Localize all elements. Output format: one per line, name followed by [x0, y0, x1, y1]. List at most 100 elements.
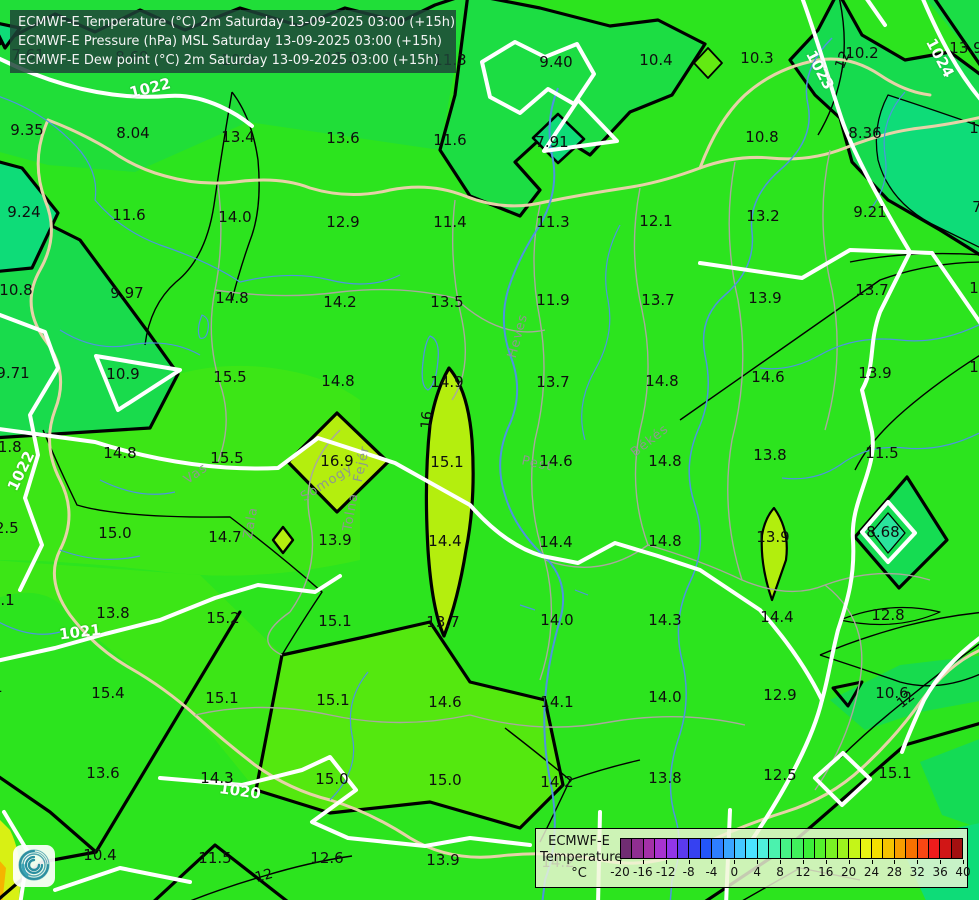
legend-tick	[963, 860, 964, 864]
weather-map-screen: 7.618.6910.911.511.39.4010.410.310.213.9…	[0, 0, 979, 900]
temp-value: 14.7	[208, 528, 242, 546]
temp-value: 14.1	[540, 693, 574, 711]
legend-title-parameter: Temperature	[540, 850, 623, 865]
temp-value: 10.8	[0, 281, 33, 299]
legend-color-cell	[780, 839, 793, 858]
temp-value: 13.9	[858, 364, 892, 382]
temp-value: 14.4	[760, 608, 794, 626]
legend-tick-label: -8	[682, 865, 695, 879]
legend-color-cell	[906, 839, 918, 858]
temp-value: 12.6	[310, 849, 344, 867]
legend-tick	[848, 860, 850, 864]
temp-value: 14.9	[430, 373, 464, 391]
legend-tick-label: 20	[841, 865, 857, 879]
temp-value: 11.9	[536, 291, 570, 309]
temp-value: 16.9	[320, 452, 354, 470]
temp-value: 15.1	[878, 764, 912, 782]
temp-value: 11.5	[865, 444, 899, 462]
legend-color-cell	[757, 839, 770, 858]
temp-value: 10.9	[969, 119, 979, 137]
temp-value: 15.5	[210, 449, 244, 467]
legend-tick	[871, 860, 873, 864]
temp-value: 11.4	[433, 213, 467, 231]
legend-tick	[757, 860, 759, 864]
legend-tick-label: 16	[818, 865, 834, 879]
contour-label: 16	[418, 410, 436, 430]
legend-color-cell	[689, 839, 701, 858]
temp-value: 15.5	[213, 368, 247, 386]
temp-value: 13.8	[96, 604, 130, 622]
temp-value: 15.1	[205, 689, 239, 707]
legend-color-cell	[894, 839, 907, 858]
temp-value: 9.97	[110, 284, 144, 302]
legend-color-cell	[883, 839, 895, 858]
legend-color-cell	[621, 839, 633, 858]
legend-tick	[802, 860, 804, 864]
legend-tick	[894, 860, 896, 864]
temp-value: 14.8	[648, 532, 682, 550]
legend-color-cell	[928, 839, 941, 858]
temp-value: 13.9	[949, 39, 979, 57]
legend-color-cell	[746, 839, 758, 858]
legend-tick-label: 40	[955, 865, 971, 879]
legend-tick-label: -16	[633, 865, 653, 879]
legend-color-cell	[837, 839, 850, 858]
legend-title: ECMWF-E Temperature °C	[540, 834, 623, 882]
temp-value: 8.04	[116, 124, 150, 142]
temp-value: 15.1	[318, 612, 352, 630]
temp-value: 15.4	[91, 684, 125, 702]
temp-value: 9.24	[7, 203, 41, 221]
header-line-temperature: ECMWF-E Temperature (°C) 2m Saturday 13-…	[18, 15, 456, 30]
temp-value: 13.5	[430, 293, 464, 311]
temperature-legend: ECMWF-E Temperature °C -20 -16 -12 -8 -4 0 4 8 1…	[535, 828, 971, 888]
legend-tick	[620, 860, 621, 864]
header-line-dewpoint: ECMWF-E Dew point (°C) 2m Saturday 13-09…	[18, 53, 439, 68]
temp-value: 13.7	[536, 373, 570, 391]
temp-value: 14.0	[648, 688, 682, 706]
legend-tick-label: 28	[886, 865, 903, 879]
temp-value: 13.9	[748, 289, 782, 307]
temp-value: 15.1	[0, 678, 3, 696]
temp-value: 11.3	[969, 279, 979, 297]
temp-value: 12.1	[639, 212, 673, 230]
temp-value: 7.9	[972, 198, 979, 216]
temp-value: 14.0	[218, 208, 252, 226]
temp-value: 10.4	[639, 51, 673, 69]
legend-title-unit: °C	[571, 866, 587, 881]
temp-value: 11.6	[433, 131, 467, 149]
temp-value: 11.5	[198, 849, 232, 867]
legend-tick-label: 0	[730, 865, 739, 879]
temp-value: 14.4	[428, 532, 462, 550]
temp-value: 11.3	[536, 213, 570, 231]
temp-value: 14.8	[321, 372, 355, 390]
legend-tick	[665, 860, 667, 864]
temp-value: 11.6	[112, 206, 146, 224]
forecast-header: ECMWF-E Temperature (°C) 2m Saturday 13-…	[10, 10, 456, 73]
legend-color-cell	[678, 839, 690, 858]
temp-value: 12.5	[763, 766, 797, 784]
legend-tick-label: -20	[610, 865, 630, 879]
temp-value: 15.0	[428, 771, 462, 789]
legend-color-cell	[803, 839, 815, 858]
legend-tick-label: 32	[909, 865, 925, 879]
legend-tick	[642, 860, 644, 864]
temp-value: 13.9	[318, 531, 352, 549]
temp-value: 14.3	[648, 611, 682, 629]
idokep-logo[interactable]	[13, 845, 55, 887]
temp-value: 14.8	[103, 444, 137, 462]
temp-value: 12.8	[871, 606, 905, 624]
legend-tick-label: 4	[753, 865, 762, 879]
legend-tick-label: 8	[776, 865, 784, 879]
temp-value: 12.5	[0, 519, 19, 537]
legend-tick	[825, 860, 827, 864]
legend-color-cell	[643, 839, 656, 858]
temp-value: 13.2	[746, 207, 780, 225]
legend-tick-label: -4	[705, 865, 718, 879]
temp-value: 13.7	[855, 281, 889, 299]
temp-value: 14.6	[428, 693, 462, 711]
temp-value: 9.35	[10, 121, 44, 139]
temp-value: 9.21	[853, 203, 887, 221]
legend-color-cell	[723, 839, 736, 858]
temp-value: 7.91	[535, 133, 569, 151]
temp-value: 14.8	[645, 372, 679, 390]
